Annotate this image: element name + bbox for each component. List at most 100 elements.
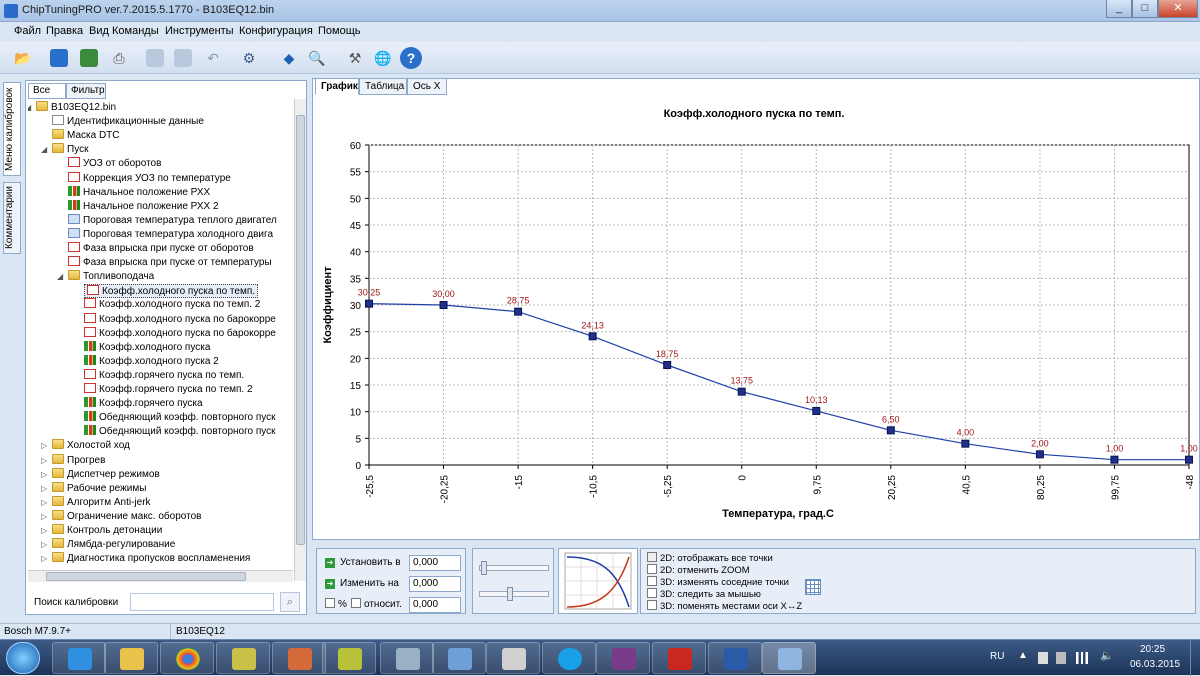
globe-icon[interactable]: 🌐 (372, 47, 394, 69)
tree-item[interactable]: Коэфф.холодного пуска по барокорре (84, 312, 276, 327)
tree-item[interactable]: Фаза впрыска при пуске от оборотов (68, 242, 254, 256)
tree-item[interactable]: Коэфф.горячего пуска (84, 397, 203, 411)
slider-track-2[interactable] (479, 591, 549, 597)
compare-icon[interactable]: ⚙ (238, 47, 260, 69)
menu-file[interactable]: Файл (14, 25, 41, 37)
tab-graph[interactable]: График (315, 78, 359, 95)
search-icon[interactable]: ⌕ (280, 592, 300, 612)
data-point[interactable] (1110, 455, 1119, 464)
tree-vertical-scrollbar[interactable] (294, 99, 306, 581)
scroll-thumb[interactable] (296, 115, 305, 545)
slider-handle-2[interactable] (507, 587, 513, 601)
data-point[interactable] (514, 307, 523, 316)
collapse-icon[interactable]: ◢ (28, 101, 31, 115)
tray-expand-icon[interactable]: ▲ (1018, 650, 1028, 661)
arrow-right-icon[interactable]: ➜ (325, 558, 335, 568)
checkbox-icon[interactable] (647, 552, 657, 562)
taskbar-ie[interactable] (52, 642, 106, 674)
copy-icon[interactable] (146, 49, 164, 67)
tray-icon-2[interactable] (1056, 652, 1066, 664)
option-checkbox[interactable]: 3D: изменять соседние точки (647, 576, 789, 588)
tree-item[interactable]: Коэфф.холодного пуска по барокорре (84, 326, 276, 341)
tree-item[interactable]: Коэфф.холодного пуска (84, 340, 210, 355)
expand-icon[interactable]: ▷ (41, 538, 47, 552)
tray-icon-1[interactable] (1038, 652, 1048, 664)
expand-icon[interactable]: ▷ (41, 439, 47, 453)
relative-checkbox[interactable]: относит. (351, 598, 402, 610)
data-point[interactable] (439, 301, 448, 309)
chart[interactable]: Коэфф.холодного пуска по темп. Коэффицие… (313, 95, 1199, 539)
taskbar-app-4[interactable] (380, 642, 434, 674)
tree-item[interactable]: ◢ B103EQ12.bin (28, 101, 116, 115)
expand-icon[interactable]: ▷ (41, 482, 47, 496)
open-icon[interactable]: 📂 (12, 47, 34, 69)
checkbox-icon[interactable] (647, 564, 657, 574)
data-point[interactable] (737, 387, 746, 396)
data-point[interactable] (1035, 450, 1044, 459)
taskbar-acrobat[interactable] (652, 642, 706, 674)
taskbar-app-6[interactable] (486, 642, 540, 674)
arrow-right-icon[interactable]: ➜ (325, 579, 335, 589)
hammer-icon[interactable]: ⚒ (344, 47, 366, 69)
checkbox-icon[interactable] (647, 600, 657, 610)
taskbar-explorer[interactable] (104, 642, 158, 674)
checkbox-icon[interactable] (647, 588, 657, 598)
option-checkbox[interactable]: 3D: следить за мышью (647, 588, 761, 600)
tree-item[interactable]: ▷ Лямбда-регулирование (41, 538, 175, 552)
data-point[interactable] (663, 361, 672, 369)
save-icon[interactable] (50, 49, 68, 67)
data-point[interactable] (1185, 455, 1193, 464)
tree-item[interactable]: ▷ Контроль детонации (41, 524, 162, 538)
search-input[interactable] (130, 593, 274, 611)
menu-commands[interactable]: Команды (112, 25, 159, 37)
tree-item[interactable]: Маска DTC (52, 129, 120, 143)
taskbar-chrome[interactable] (160, 642, 214, 674)
tree-item[interactable]: ▷ Ограничение макс. оборотов (41, 509, 201, 524)
option-checkbox[interactable]: 3D: поменять местами оси X↔Z (647, 600, 802, 612)
print-icon[interactable]: ⎙ (108, 47, 130, 69)
language-indicator[interactable]: RU (990, 651, 1004, 662)
expand-icon[interactable]: ▷ (41, 510, 47, 524)
tab-filter[interactable]: Фильтр (66, 83, 106, 99)
tab-axis-x[interactable]: Ось X (407, 78, 447, 95)
info-icon[interactable]: ◆ (278, 47, 300, 69)
maximize-button[interactable]: □ (1132, 0, 1158, 18)
tree-item[interactable]: Коэфф.горячего пуска по темп. 2 (84, 383, 253, 397)
paste-icon[interactable] (174, 49, 192, 67)
tab-table[interactable]: Таблица (359, 78, 407, 95)
relative-value-input[interactable]: 0,000 (409, 597, 461, 613)
tree-item[interactable]: УОЗ от оборотов (68, 157, 161, 171)
clock-date[interactable]: 06.03.2015 (1130, 659, 1180, 670)
tab-all[interactable]: Все (28, 83, 66, 99)
tree-item[interactable]: ◢ Пуск (41, 143, 88, 157)
data-point[interactable] (365, 299, 373, 308)
checkbox-icon[interactable] (647, 576, 657, 586)
option-checkbox[interactable]: 2D: отменить ZOOM (647, 564, 750, 576)
expand-icon[interactable]: ▷ (41, 524, 47, 538)
menu-tools[interactable]: Инструменты (165, 25, 234, 37)
tree-item[interactable]: Коэфф.холодного пуска по темп. (84, 284, 259, 299)
tree-item[interactable]: ▷ Холостой ход (41, 439, 130, 453)
tree-item[interactable]: ▷ Рабочие режимы (41, 481, 146, 496)
collapse-icon[interactable]: ◢ (41, 143, 47, 157)
close-button[interactable]: ✕ (1158, 0, 1198, 18)
collapse-icon[interactable]: ◢ (57, 270, 63, 284)
taskbar-word[interactable] (708, 642, 762, 674)
tree-item[interactable]: Начальное положение РХХ 2 (68, 199, 219, 214)
tree-item[interactable]: Коэфф.горячего пуска по темп. (84, 368, 244, 383)
tree-item[interactable]: Коэфф.холодного пуска 2 (84, 354, 219, 369)
change-value-input[interactable]: 0,000 (409, 576, 461, 592)
menu-edit[interactable]: Правка (46, 25, 83, 37)
expand-icon[interactable]: ▷ (41, 468, 47, 482)
tree-item[interactable]: ▷ Прогрев (41, 453, 105, 468)
expand-icon[interactable]: ▷ (41, 552, 47, 566)
grid-icon[interactable] (805, 579, 821, 595)
tree-item[interactable]: Обедняющий коэфф. повторного пуск (84, 411, 276, 425)
tree-item[interactable]: Коррекция УОЗ по температуре (68, 171, 231, 186)
tree-item[interactable]: ▷ Диагностика пропусков воспламенения (41, 552, 250, 566)
tree-horizontal-scrollbar[interactable] (28, 570, 293, 582)
tree-item[interactable]: ▷ Диспетчер режимов (41, 467, 160, 482)
tab-calibration-menu[interactable]: Меню калибровок (3, 82, 21, 176)
taskbar-app-2[interactable] (272, 642, 326, 674)
taskbar-chiptuning[interactable] (762, 642, 816, 674)
